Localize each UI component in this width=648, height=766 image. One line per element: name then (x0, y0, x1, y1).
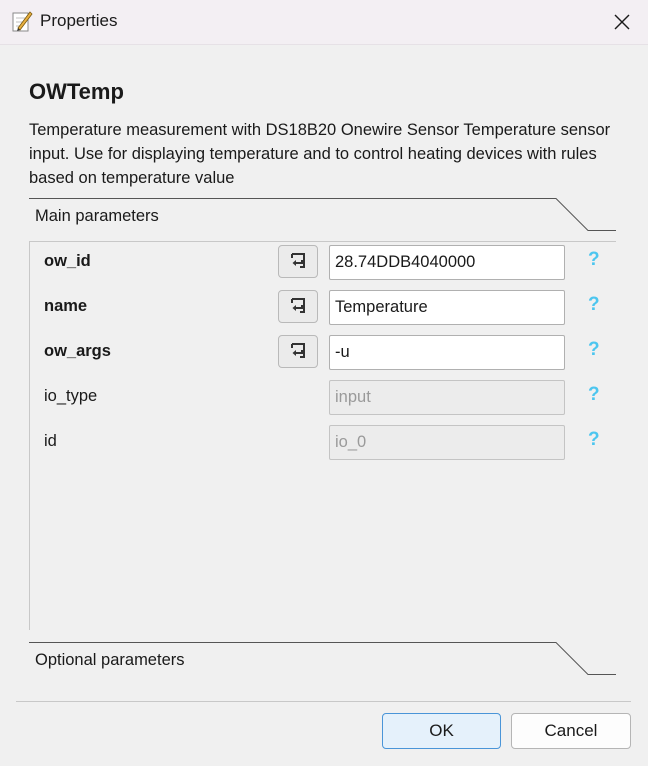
window-title: Properties (40, 11, 118, 30)
footer-divider (16, 701, 631, 702)
param-label: ow_args (44, 342, 111, 360)
main-parameters-tab[interactable]: Main parameters (29, 198, 616, 242)
reset-default-button[interactable] (278, 290, 318, 323)
reset-icon (291, 253, 305, 268)
param-row-name: name ? (30, 288, 617, 325)
optional-parameters-tab[interactable]: Optional parameters (29, 642, 616, 686)
param-row-ow-args: ow_args ? (30, 333, 617, 370)
param-row-io-type: io_type ? (30, 378, 617, 415)
edit-note-icon (10, 9, 34, 33)
reset-default-button[interactable] (278, 335, 318, 368)
ok-button[interactable]: OK (382, 713, 501, 749)
param-label: ow_id (44, 252, 91, 270)
param-row-id: id ? (30, 423, 617, 460)
param-label: id (44, 432, 57, 450)
help-icon[interactable]: ? (588, 339, 600, 361)
param-value-input[interactable] (329, 335, 565, 370)
close-icon (614, 14, 630, 30)
help-icon[interactable]: ? (588, 429, 600, 451)
help-icon[interactable]: ? (588, 384, 600, 406)
component-description: Temperature measurement with DS18B20 One… (29, 121, 611, 187)
optional-parameters-label: Optional parameters (35, 651, 185, 669)
reset-icon (291, 298, 305, 313)
param-value-input[interactable] (329, 290, 565, 325)
title-bar: Properties (0, 0, 648, 45)
param-value-input (329, 425, 565, 460)
param-label: name (44, 297, 88, 315)
help-icon[interactable]: ? (588, 294, 600, 316)
help-icon[interactable]: ? (588, 249, 600, 271)
main-parameters-label: Main parameters (35, 207, 159, 225)
reset-icon (291, 343, 305, 358)
reset-default-button[interactable] (278, 245, 318, 278)
close-button[interactable] (604, 6, 640, 38)
parameters-panel: ow_id ? name ? ow_args (29, 242, 617, 630)
cancel-button[interactable]: Cancel (511, 713, 631, 749)
component-name: OWTemp (29, 79, 124, 104)
param-value-input[interactable] (329, 245, 565, 280)
param-value-input (329, 380, 565, 415)
param-label: io_type (44, 387, 98, 405)
param-row-ow-id: ow_id ? (30, 243, 617, 280)
